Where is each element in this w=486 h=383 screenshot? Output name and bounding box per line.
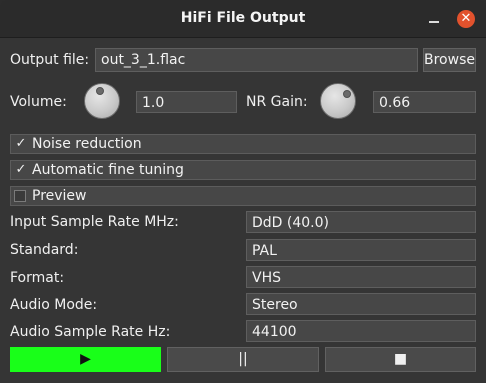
- output-file-input[interactable]: out_3_1.flac: [95, 48, 418, 72]
- noise-reduction-checkbox[interactable]: ✓ Noise reduction: [10, 134, 476, 154]
- nr-gain-value-field[interactable]: 0.66: [373, 91, 476, 113]
- automatic-fine-tuning-checkmark-icon: ✓: [15, 162, 27, 177]
- automatic-fine-tuning-label: Automatic fine tuning: [32, 162, 184, 178]
- format-label: Format:: [10, 270, 65, 286]
- audio-sample-rate-select[interactable]: 44100: [246, 320, 476, 342]
- stop-button[interactable]: ■: [325, 347, 476, 372]
- input-sample-rate-select[interactable]: DdD (40.0): [246, 211, 476, 233]
- play-button[interactable]: ▶: [10, 347, 161, 372]
- hifi-file-output-window: HiFi File Output ✕ Output file: out_3_1.…: [0, 0, 486, 383]
- nr-gain-knob-indicator: [343, 90, 351, 98]
- standard-label: Standard:: [10, 242, 79, 258]
- volume-label: Volume:: [10, 94, 67, 110]
- preview-unchecked-box-icon: [14, 190, 26, 202]
- audio-mode-select[interactable]: Stereo: [246, 293, 476, 315]
- input-sample-rate-label: Input Sample Rate MHz:: [10, 214, 179, 230]
- minimize-button[interactable]: [426, 9, 442, 27]
- volume-knob[interactable]: [84, 83, 120, 119]
- automatic-fine-tuning-checkbox[interactable]: ✓ Automatic fine tuning: [10, 160, 476, 180]
- stop-icon: ■: [393, 351, 408, 367]
- volume-knob-indicator: [96, 87, 104, 95]
- audio-mode-label: Audio Mode:: [10, 297, 98, 313]
- close-button[interactable]: ✕: [457, 10, 475, 28]
- play-icon: ▶: [80, 351, 91, 367]
- audio-sample-rate-label: Audio Sample Rate Hz:: [10, 324, 171, 340]
- noise-reduction-label: Noise reduction: [32, 136, 142, 152]
- pause-button[interactable]: ||: [167, 347, 319, 372]
- output-file-label: Output file:: [10, 52, 90, 68]
- browse-button[interactable]: Browse: [423, 48, 476, 72]
- pause-icon: ||: [238, 351, 248, 367]
- window-title: HiFi File Output: [180, 10, 306, 26]
- nr-gain-knob[interactable]: [320, 83, 356, 119]
- nr-gain-label: NR Gain:: [246, 94, 308, 110]
- preview-checkbox[interactable]: Preview: [10, 186, 476, 206]
- title-bar: HiFi File Output ✕: [0, 0, 486, 38]
- standard-select[interactable]: PAL: [246, 239, 476, 261]
- noise-reduction-checkmark-icon: ✓: [15, 136, 27, 151]
- volume-value-field[interactable]: 1.0: [136, 91, 237, 113]
- format-select[interactable]: VHS: [246, 266, 476, 288]
- preview-label: Preview: [32, 188, 87, 204]
